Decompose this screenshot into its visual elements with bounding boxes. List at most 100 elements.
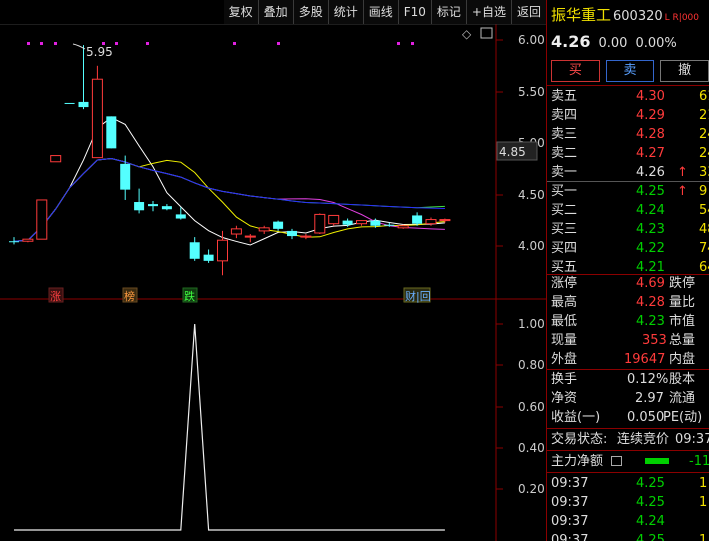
tick-row: 09:37 4.25 1	[551, 474, 709, 493]
tick-time: 09:37	[551, 495, 589, 510]
stat-label: 流通	[669, 391, 696, 406]
candle	[314, 213, 326, 235]
tick-volume: 1	[699, 495, 708, 510]
ask-row[interactable]: 卖一 4.26 ↑ 33	[551, 163, 709, 182]
toolbar-button-f10[interactable]: F10	[397, 0, 431, 24]
main-flow-value: -11	[689, 454, 709, 469]
ask-volume: 21	[699, 108, 709, 123]
toolbar-button-statistics[interactable]: 统计	[327, 0, 363, 24]
stat-label: 涨停	[551, 276, 578, 291]
ask-label: 卖二	[551, 146, 578, 161]
divider	[547, 428, 709, 429]
candle	[397, 224, 409, 229]
event-label-finance[interactable]: 财|回	[405, 289, 431, 303]
indicator-tick: 0.40	[518, 441, 545, 455]
candle	[50, 155, 62, 163]
ask-label: 卖四	[551, 108, 578, 123]
candle	[120, 155, 131, 200]
chart-toolbar: 复权 叠加 多股 统计 画线 F10 标记 +自选 返回	[0, 0, 546, 24]
indicator-axis: 1.00 0.80 0.60 0.40 0.20	[496, 317, 545, 496]
candlesticks	[9, 45, 451, 276]
bid-price: 4.23	[636, 222, 665, 237]
ma20-line	[13, 158, 445, 242]
candle	[412, 212, 423, 226]
price-summary: 4.26 0.00 0.00%	[547, 30, 709, 54]
stat-row: 最低 4.23 市值	[551, 312, 709, 331]
candle	[300, 234, 312, 240]
candle	[189, 237, 200, 261]
bid-row[interactable]: 买一 4.25 ↑ 9	[551, 182, 709, 201]
ask-row[interactable]: 卖五 4.30 61	[551, 87, 709, 106]
toolbar-button-draw-line[interactable]: 画线	[362, 0, 398, 24]
toolbar-button-add-watchlist[interactable]: +自选	[465, 0, 511, 24]
trade-status-value: 连续竞价	[617, 432, 670, 447]
bid-label: 买二	[551, 203, 578, 218]
stat-row: 净资 2.97 流通	[551, 389, 709, 408]
stat-label: PE(动)	[663, 410, 703, 425]
stock-code: 600320	[613, 9, 663, 24]
event-label-limit-down[interactable]: 跌	[184, 289, 195, 303]
indicator-tick: 0.20	[518, 482, 545, 496]
stat-label: 外盘	[551, 352, 578, 367]
bid-row[interactable]: 买四 4.22 74	[551, 239, 709, 258]
bid-label: 买四	[551, 241, 578, 256]
event-label-limit-up[interactable]: 涨	[50, 290, 61, 303]
tick-price: 4.25	[636, 476, 665, 491]
toolbar-button-back[interactable]: 返回	[510, 0, 546, 24]
tick-row: 09:37 4.25 1	[551, 531, 709, 541]
candle	[175, 207, 186, 220]
ask-row[interactable]: 卖三 4.28 24	[551, 125, 709, 144]
stat-label: 股本	[669, 372, 696, 387]
candle	[217, 230, 228, 276]
candle	[134, 188, 145, 214]
toolbar-button-multi-stock[interactable]: 多股	[292, 0, 328, 24]
list-icon[interactable]	[611, 456, 622, 466]
tick-row: 09:37 4.25 1	[551, 493, 709, 512]
stat-value: 4.28	[636, 295, 665, 310]
stat-row: 外盘 19647 内盘	[551, 350, 709, 369]
stock-title: 振华重工 600320 L R|000	[547, 0, 709, 30]
window-toggle-icon[interactable]	[480, 27, 493, 39]
ask-row[interactable]: 卖二 4.27 24	[551, 144, 709, 163]
bid-volume: 9	[699, 184, 708, 199]
tick-time: 09:37	[551, 533, 589, 541]
price-tick: 5.50	[518, 85, 545, 99]
toolbar-button-fuquan[interactable]: 复权	[223, 0, 258, 24]
main-flow-row[interactable]: 主力净额 -11	[551, 452, 709, 471]
cancel-order-button[interactable]: 撤	[660, 60, 709, 82]
last-price: 4.26	[551, 32, 591, 51]
ask-volume: 61	[699, 89, 709, 104]
stat-label: 内盘	[669, 352, 696, 367]
moving-average-lines	[13, 117, 445, 246]
tick-time: 09:37	[551, 476, 589, 491]
stat-value: 0.12%	[627, 372, 669, 387]
toolbar-button-overlay[interactable]: 叠加	[257, 0, 293, 24]
sell-button[interactable]: 卖	[605, 60, 655, 82]
bid-row[interactable]: 买二 4.24 54	[551, 201, 709, 220]
ask-volume: 24	[699, 127, 709, 142]
price-change-pct: 0.00%	[635, 36, 677, 51]
toolbar-button-mark[interactable]: 标记	[430, 0, 466, 24]
divider	[547, 450, 709, 451]
stat-label: 最高	[551, 295, 578, 310]
price-tick: 4.00	[518, 239, 545, 253]
ask-volume: 24	[699, 146, 709, 161]
ask-row[interactable]: 卖四 4.29 21	[551, 106, 709, 125]
ask-price: 4.26	[636, 165, 665, 180]
bid-row[interactable]: 买三 4.23 48	[551, 220, 709, 239]
high-price-label: 5.95	[86, 45, 113, 59]
ma60-line	[13, 158, 445, 242]
price-tick: 6.00	[518, 33, 545, 47]
stat-value: 353	[642, 333, 667, 348]
indicator-tick: 0.60	[518, 400, 545, 414]
event-labels: 涨 榜 跌 财|回	[48, 287, 431, 303]
kline-chart[interactable]: 6.00 5.50 5.00 4.50 4.00 4.85 ◇ 5.95	[0, 24, 546, 541]
stat-label: 换手	[551, 372, 578, 387]
bid-price: 4.24	[636, 203, 665, 218]
event-label-list[interactable]: 榜	[124, 289, 135, 303]
buy-button[interactable]: 买	[551, 60, 600, 82]
tick-price: 4.24	[636, 514, 665, 529]
stat-value: 0.050	[627, 410, 665, 425]
ma10-line	[13, 158, 445, 242]
diamond-icon[interactable]: ◇	[462, 27, 472, 41]
